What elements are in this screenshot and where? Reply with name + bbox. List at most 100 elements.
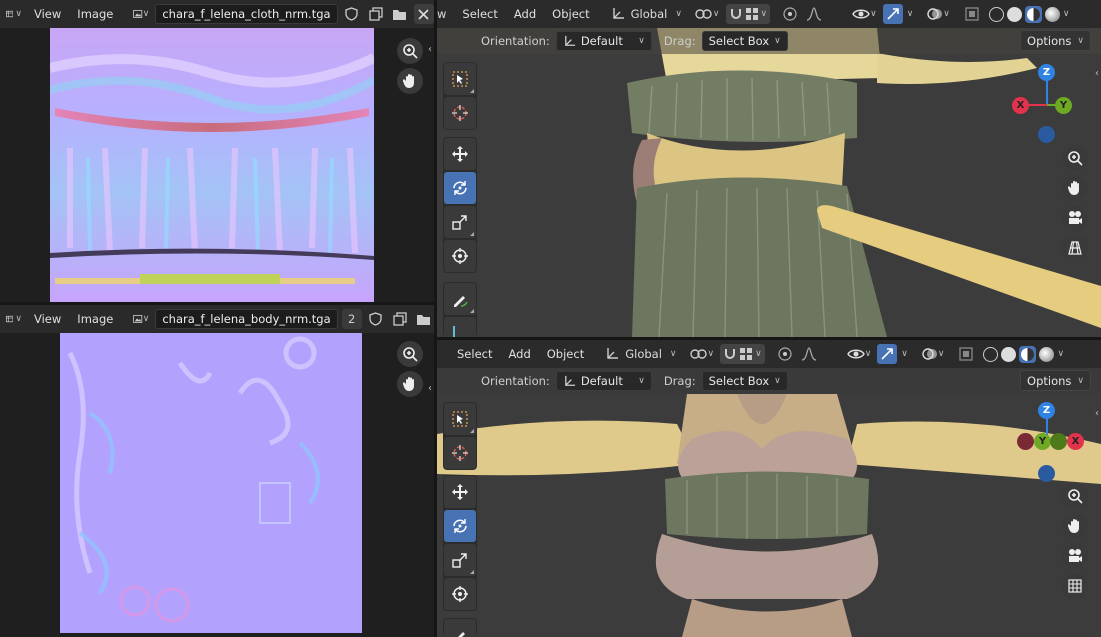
fake-user-shield-icon[interactable] [342,4,362,24]
menu-object[interactable]: Object [541,347,590,361]
menu-image[interactable]: Image [71,312,119,326]
menu-select[interactable]: Select [451,347,498,361]
open-folder-icon[interactable] [414,309,434,329]
open-folder-icon[interactable] [390,4,410,24]
menu-view[interactable]: View [28,312,67,326]
tool-scale[interactable] [444,544,476,576]
shading-rendered-icon[interactable] [1039,346,1055,362]
xray-toggle-icon[interactable] [962,4,982,24]
image-canvas[interactable] [0,28,434,302]
pan-hand-button[interactable] [397,371,423,397]
editor-type-image-icon[interactable]: ∨ [4,309,24,329]
proportional-edit-icon[interactable] [775,344,795,364]
pan-hand-button[interactable] [397,68,423,94]
image-browse-icon[interactable]: ∨ [131,309,151,329]
pivot-point-icon[interactable]: ∨ [688,344,717,364]
tool-transform[interactable] [444,578,476,610]
snap-group[interactable]: ∨ [720,344,765,364]
falloff-curve-icon[interactable] [804,4,824,24]
tool-transform[interactable] [444,240,476,272]
tool-measure[interactable] [444,317,476,337]
tool-rotate[interactable] [444,510,476,542]
gizmo-axis-neg-z[interactable] [1038,465,1055,482]
tool-select-box[interactable] [444,403,476,435]
tool-cursor[interactable] [444,97,476,129]
shading-mode-group[interactable]: ∨ [985,4,1073,24]
shading-material-icon[interactable] [1019,345,1037,363]
gizmo-axis-neg-x[interactable] [1017,433,1034,450]
ortho-grid-button[interactable] [1062,235,1088,261]
sidebar-toggle-chevron[interactable]: ‹ [1095,408,1099,419]
pivot-point-icon[interactable]: ∨ [693,4,722,24]
drag-dropdown[interactable]: Select Box ∨ [701,31,788,51]
gizmo-axis-x[interactable]: X [1067,433,1084,450]
area-collapse-arrow[interactable]: ‹ [428,44,432,55]
gizmo-axis-z[interactable]: Z [1038,64,1055,81]
gizmo-axis-x[interactable]: X [1012,97,1029,114]
editor-type-image-icon[interactable]: ∨ [4,4,24,24]
camera-view-button[interactable] [1062,205,1088,231]
user-count-badge[interactable]: 2 [341,309,362,329]
image-canvas[interactable] [0,333,434,637]
shading-solid-icon[interactable] [1006,6,1022,22]
shading-rendered-icon[interactable] [1044,6,1060,22]
menu-add[interactable]: Add [502,347,536,361]
image-name-field[interactable]: chara_f_lelena_cloth_nrm.tga [155,4,338,24]
camera-view-button[interactable] [1062,543,1088,569]
area-collapse-arrow[interactable]: ‹ [428,383,432,394]
gizmo-dropdown-chevron[interactable]: ∨ [901,349,908,359]
shading-material-icon[interactable] [1024,5,1042,23]
tool-scale[interactable] [444,206,476,238]
menu-view-partial[interactable]: w [437,7,452,21]
overlays-icon[interactable]: ∨ [920,344,947,364]
zoom-view-button[interactable] [1062,145,1088,171]
gizmo-axis-neg-y[interactable] [1050,433,1067,450]
zoom-view-button[interactable] [397,341,423,367]
fake-user-shield-icon[interactable] [366,309,386,329]
duplicate-image-icon[interactable] [390,309,410,329]
tool-move[interactable] [444,138,476,170]
zoom-view-button[interactable] [1062,483,1088,509]
options-dropdown[interactable]: Options ∨ [1020,370,1091,391]
gizmo-axis-y[interactable]: Y [1034,433,1051,450]
image-browse-icon[interactable]: ∨ [131,4,151,24]
visibility-eye-icon[interactable]: ∨ [850,4,879,24]
ortho-grid-button[interactable] [1062,573,1088,599]
shading-mode-group[interactable]: ∨ [980,344,1068,364]
visibility-eye-icon[interactable]: ∨ [845,344,874,364]
sidebar-toggle-chevron[interactable]: ‹ [1095,68,1099,79]
shading-solid-icon[interactable] [1001,346,1017,362]
menu-add[interactable]: Add [508,7,542,21]
options-dropdown[interactable]: Options ∨ [1020,30,1091,51]
overlays-icon[interactable]: ∨ [925,4,952,24]
gizmo-axis-z[interactable]: Z [1038,402,1055,419]
menu-image[interactable]: Image [71,7,119,21]
menu-object[interactable]: Object [546,7,595,21]
menu-view[interactable]: View [28,7,67,21]
snap-group[interactable]: ∨ [725,4,771,24]
pan-hand-button[interactable] [1062,175,1088,201]
transform-orientation-dropdown[interactable]: Global ∨ [607,4,685,24]
tool-rotate[interactable] [444,172,476,204]
gizmo-toggle-icon[interactable] [877,344,898,364]
tool-annotate[interactable] [444,619,476,637]
orientation-dropdown[interactable]: Default ∨ [555,371,652,391]
zoom-view-button[interactable] [397,38,423,64]
shading-wireframe-icon[interactable] [988,6,1004,22]
falloff-curve-icon[interactable] [799,344,819,364]
tool-cursor[interactable] [444,437,476,469]
gizmo-dropdown-chevron[interactable]: ∨ [907,9,914,19]
drag-dropdown[interactable]: Select Box ∨ [701,371,788,391]
pan-hand-button[interactable] [1062,513,1088,539]
transform-orientation-dropdown[interactable]: Global ∨ [602,344,680,364]
gizmo-axis-neg-z[interactable] [1038,126,1055,143]
unlink-close-icon[interactable] [413,4,434,24]
shading-wireframe-icon[interactable] [983,346,999,362]
orientation-dropdown[interactable]: Default ∨ [555,31,652,51]
tool-annotate[interactable] [444,283,476,315]
gizmo-toggle-icon[interactable] [882,4,903,24]
xray-toggle-icon[interactable] [956,344,976,364]
tool-move[interactable] [444,476,476,508]
proportional-edit-icon[interactable] [780,4,800,24]
gizmo-axis-y[interactable]: Y [1055,97,1072,114]
